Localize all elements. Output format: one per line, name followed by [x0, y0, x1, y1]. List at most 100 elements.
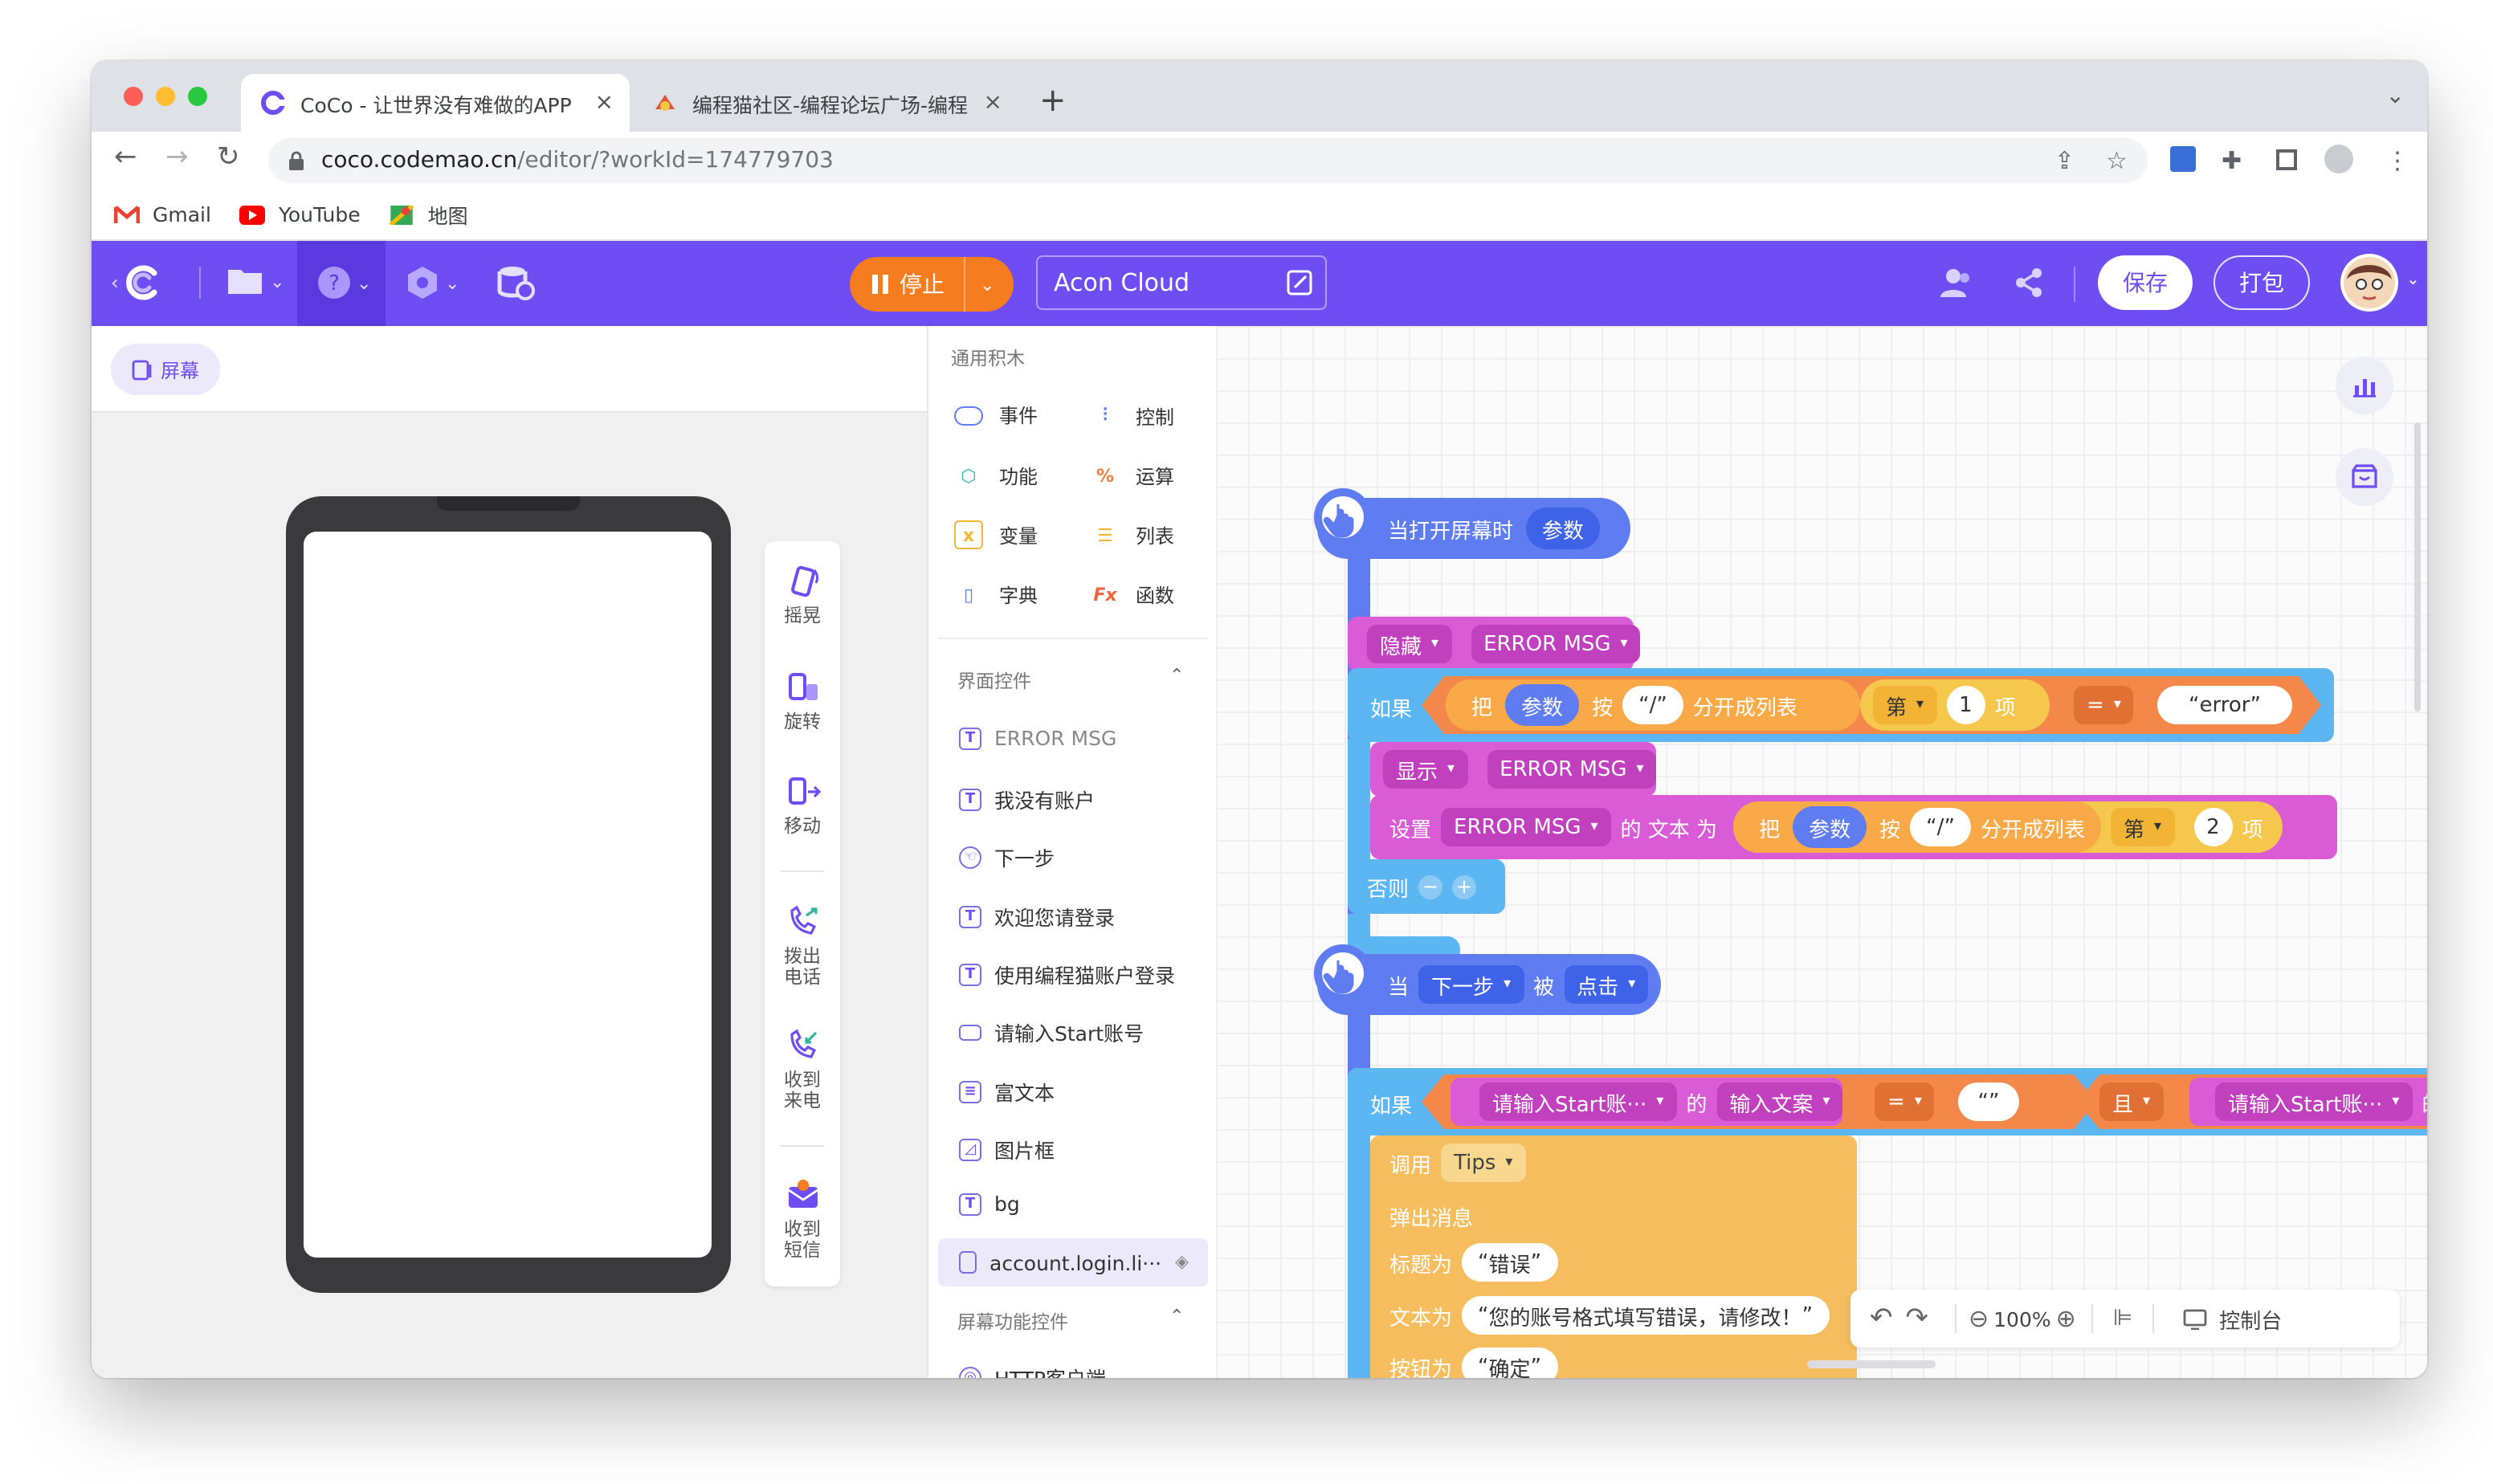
text-string[interactable]: “您的账号格式填写错误，请修改！” [1462, 1296, 1830, 1335]
separator-string[interactable]: “/” [1910, 808, 1971, 846]
run-options-chevron-icon[interactable]: ⌄ [965, 274, 994, 295]
coco-logo[interactable]: ‹ [111, 262, 164, 304]
bookmark-youtube[interactable]: YouTube [239, 202, 361, 226]
project-name-field[interactable]: Acon Cloud [1036, 255, 1327, 310]
collapse-chevron-icon[interactable]: ⌃ [1169, 1306, 1184, 1327]
extension-icon[interactable] [2170, 146, 2196, 172]
widget-error-msg[interactable]: T ERROR MSG [959, 726, 1116, 750]
input-text-reporter-2[interactable]: 请输入Start账··· ▾ 的 [2189, 1078, 2427, 1126]
hide-target-dropdown[interactable]: ERROR MSG ▾ [1471, 625, 1641, 663]
set-text-block[interactable]: 设置 ERROR MSG ▾ 的 文本 为 把 参数 按 “/” 分开成列表 第 ▾… [1370, 795, 2337, 859]
widget-http-client[interactable]: ◎ HTTP客户端 [959, 1362, 1106, 1378]
phone-screen[interactable] [304, 532, 712, 1258]
input-dropdown[interactable]: 请输入Start账··· ▾ [1479, 1082, 1677, 1121]
widget-next-step[interactable]: ☜ 下一步 [959, 842, 1055, 872]
widget-image-box[interactable]: ◿ 图片框 [959, 1134, 1055, 1164]
index-number[interactable]: 1 [1946, 686, 1985, 724]
zoom-window-button[interactable] [188, 87, 207, 106]
share-icon[interactable] [2013, 267, 2045, 299]
screen-button[interactable]: 屏幕 [111, 344, 220, 395]
extensions-menu[interactable]: ⌄ [405, 265, 459, 300]
separator-string[interactable]: “/” [1622, 686, 1683, 724]
show-target-dropdown[interactable]: ERROR MSG ▾ [1487, 750, 1657, 789]
category-functions[interactable]: ⬡ 功能 [954, 461, 1038, 490]
statistics-button[interactable] [2336, 357, 2393, 414]
category-control[interactable]: ⫶ 控制 [1091, 402, 1174, 430]
forward-icon[interactable]: → [165, 141, 189, 173]
save-button[interactable]: 保存 [2098, 255, 2193, 310]
shake-button[interactable]: 摇晃 [765, 564, 840, 626]
new-tab-button[interactable]: + [1039, 80, 1067, 119]
bookmark-maps[interactable]: 地图 [390, 199, 468, 230]
tab-close-icon[interactable]: × [595, 90, 614, 116]
event-dropdown[interactable]: 点击 ▾ [1564, 965, 1649, 1004]
input-text-reporter[interactable]: 请输入Start账··· ▾ 的 输入文案 ▾ [1451, 1078, 1843, 1126]
redo-icon[interactable]: ↷ [1906, 1303, 1929, 1335]
zoom-out-icon[interactable]: ⊖ [1969, 1304, 1989, 1333]
category-variables[interactable]: x 变量 [954, 520, 1038, 549]
show-dropdown[interactable]: 显示 ▾ [1383, 750, 1468, 789]
avatar[interactable] [2340, 254, 2398, 312]
set-target-dropdown[interactable]: ERROR MSG ▾ [1441, 808, 1611, 846]
stop-button[interactable]: 停止 ⌄ [850, 257, 1014, 312]
equals-dropdown[interactable]: = ▾ [2074, 686, 2134, 724]
outgoing-call-button[interactable]: 拨出电话 [765, 904, 840, 988]
list-item-reporter[interactable]: 第 ▾ 1 项 [1860, 679, 2050, 731]
file-menu[interactable]: ⌄ [226, 265, 284, 297]
tab-coco[interactable]: CoCo - 让世界没有难做的APP × [241, 74, 630, 132]
puzzle-extensions-icon[interactable]: ✚ [2222, 146, 2242, 175]
address-bar[interactable]: coco.codemao.cn/editor/?workId=174779703 [268, 138, 2148, 183]
help-menu[interactable]: ? ⌄ [297, 241, 386, 326]
input-dropdown[interactable]: 请输入Start账··· ▾ [2215, 1082, 2413, 1121]
empty-string[interactable]: “” [1958, 1082, 2019, 1121]
split-list-reporter[interactable]: 把 参数 按 “/” 分开成列表 [1446, 679, 1860, 731]
tips-dropdown[interactable]: Tips ▾ [1441, 1144, 1526, 1182]
and-dropdown[interactable]: 且 ▾ [2099, 1082, 2164, 1121]
close-window-button[interactable] [124, 87, 143, 106]
category-procedures[interactable]: Fx 函数 [1091, 580, 1174, 609]
button-string[interactable]: “确定” [1462, 1347, 1558, 1378]
else-row[interactable]: 否则 − + [1348, 859, 1505, 914]
hide-dropdown[interactable]: 隐藏 ▾ [1367, 625, 1452, 663]
list-item-reporter-2[interactable]: 把 参数 按 “/” 分开成列表 第 ▾ 2 项 [1733, 801, 2283, 853]
param-capsule[interactable]: 参数 [1526, 508, 1601, 549]
category-events[interactable]: 事件 [954, 402, 1038, 429]
param-reporter[interactable]: 参数 [1793, 806, 1867, 848]
database-button[interactable] [496, 263, 535, 302]
horizontal-scrollbar[interactable] [1807, 1360, 1936, 1368]
collapse-chevron-icon[interactable]: ⌃ [1169, 665, 1184, 686]
category-dictionary[interactable]: ▯ 字典 [954, 580, 1038, 609]
store-button[interactable] [2336, 448, 2393, 506]
rotate-button[interactable]: 旋转 [765, 670, 840, 732]
tab-close-icon[interactable]: × [984, 90, 1002, 116]
account-menu-chevron-icon[interactable]: ⌄ [2406, 271, 2420, 289]
nth-dropdown[interactable]: 第 ▾ [1873, 686, 1937, 724]
undo-icon[interactable]: ↶ [1870, 1303, 1893, 1335]
code-workspace[interactable]: 当打开屏幕时 参数 隐藏 ▾ ERROR MSG ▾ 如果 把 参数 按 “ /… [1216, 326, 2427, 1378]
align-blocks-icon[interactable]: ⊫ [2113, 1306, 2132, 1331]
remove-else-icon[interactable]: − [1418, 874, 1443, 899]
side-panel-icon[interactable] [2276, 149, 2297, 170]
widget-account-login[interactable]: account.login.li··· ◈ [938, 1238, 1208, 1286]
widget-start-input[interactable]: 请输入Start账号 [959, 1017, 1144, 1047]
param-reporter[interactable]: 参数 [1505, 684, 1580, 726]
category-lists[interactable]: ☰ 列表 [1091, 520, 1174, 549]
layers-icon[interactable]: ◈ [1175, 1251, 1189, 1272]
incoming-sms-button[interactable]: 收到短信 [765, 1177, 840, 1261]
bookmark-gmail[interactable]: Gmail [114, 202, 211, 226]
minimize-window-button[interactable] [156, 87, 175, 106]
index-number[interactable]: 2 [2193, 808, 2233, 846]
browser-menu-icon[interactable]: ⋮ [2385, 146, 2409, 175]
widget-bg[interactable]: Tbg [959, 1192, 1020, 1216]
console-button[interactable]: 控制台 [2182, 1303, 2282, 1334]
equals-dropdown[interactable]: = ▾ [1875, 1082, 1935, 1121]
category-operators[interactable]: % 运算 [1091, 461, 1174, 490]
back-icon[interactable]: ← [114, 141, 137, 173]
widget-welcome[interactable]: T 欢迎您请登录 [959, 901, 1115, 932]
vertical-scrollbar[interactable] [2414, 422, 2421, 711]
widget-no-account[interactable]: T 我没有账户 [959, 784, 1095, 814]
hide-block[interactable]: 隐藏 ▾ ERROR MSG ▾ [1348, 617, 1641, 671]
collaborators-icon[interactable] [1939, 267, 1974, 299]
reload-icon[interactable]: ↻ [217, 141, 240, 173]
widget-codemao-login[interactable]: T 使用编程猫账户登录 [959, 959, 1175, 989]
